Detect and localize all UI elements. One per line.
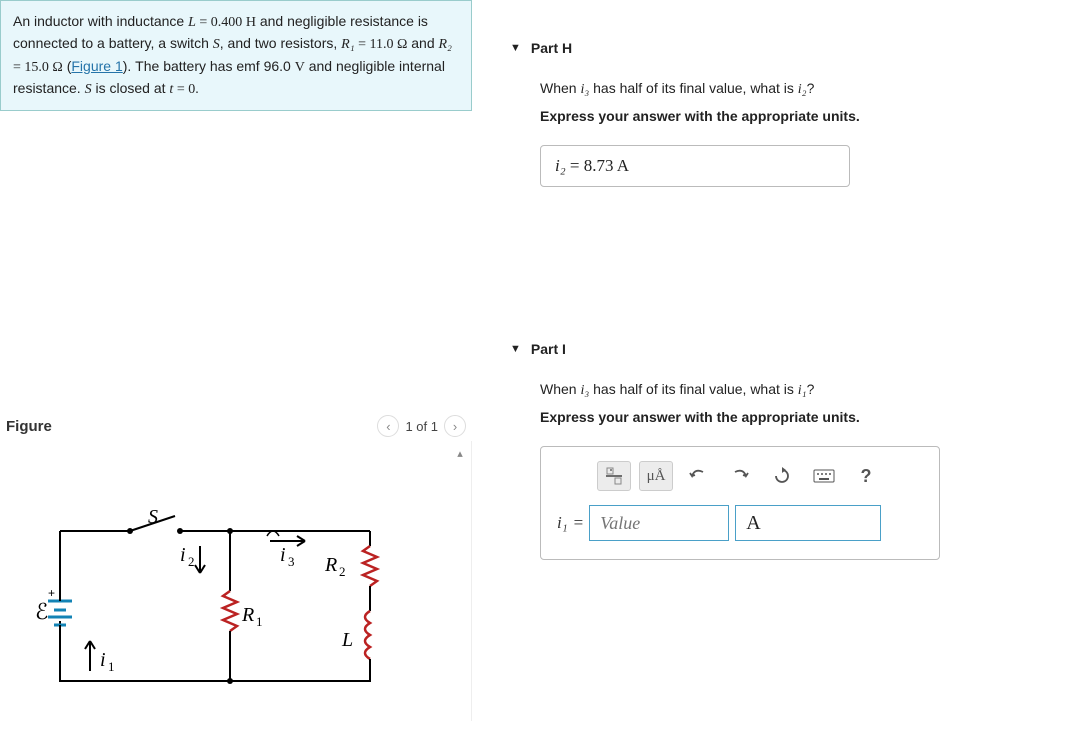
part-h-header[interactable]: ▼ Part H [510, 36, 1060, 60]
help-button[interactable]: ? [849, 461, 883, 491]
keyboard-button[interactable] [807, 461, 841, 491]
part-h-instruction: Express your answer with the appropriate… [540, 106, 1060, 127]
label-R2: R [324, 554, 337, 576]
svg-text:1: 1 [108, 659, 115, 674]
sym-R1: R₁ [341, 37, 354, 52]
part-i-question: When i₃ has half of its final value, wha… [540, 379, 1060, 401]
label-i2: i [180, 544, 186, 566]
R1-eq: = 11.0 [355, 37, 397, 52]
R2-eq: = 15.0 [13, 60, 52, 75]
svg-text:3: 3 [288, 554, 295, 569]
unit-H: H [246, 15, 256, 30]
figure-link[interactable]: Figure 1 [71, 58, 122, 74]
problem-text: An inductor with inductance [13, 13, 188, 29]
unit-ohm-2: Ω [52, 60, 62, 75]
label-i3: i [280, 544, 286, 566]
sym-R2: R₂ [439, 37, 452, 52]
answer-lhs: i₁ [557, 513, 568, 533]
figure-title: Figure [6, 418, 52, 435]
problem-text-3: , and two resistors, [220, 35, 341, 51]
L-eq: = 0.400 [196, 15, 246, 30]
redo-button[interactable] [723, 461, 757, 491]
unit-V: V [295, 60, 305, 75]
fraction-icon [604, 467, 624, 485]
sym-S-2: S [85, 82, 92, 97]
caret-down-icon: ▼ [510, 42, 521, 54]
label-emf: ℰ [35, 599, 48, 624]
svg-text:+: + [48, 586, 55, 600]
panel-collapse-icon[interactable]: ▴ [453, 447, 467, 461]
label-S: S [148, 506, 158, 528]
figure-pager: ‹ 1 of 1 › [377, 415, 466, 437]
undo-icon [689, 468, 707, 484]
and-text: and [407, 35, 438, 51]
part-h-answer: i₂ = 8.73 A [540, 145, 850, 187]
part-i-header[interactable]: ▼ Part I [510, 337, 1060, 361]
value-input[interactable] [589, 505, 729, 541]
figure-section: Figure ‹ 1 of 1 › ▴ [0, 411, 472, 721]
redo-icon [731, 468, 749, 484]
figure-prev-button[interactable]: ‹ [377, 415, 399, 437]
part-h: ▼ Part H When i₃ has half of its final v… [510, 36, 1060, 187]
circuit-diagram: S i2 i3 R2 R1 L i1 ℰ + [30, 501, 410, 701]
label-i1: i [100, 649, 106, 671]
svg-text:2: 2 [188, 554, 195, 569]
problem-text-5: is closed at [92, 80, 170, 96]
label-R1: R [241, 604, 254, 626]
label-L: L [341, 629, 353, 651]
sym-S: S [213, 37, 220, 52]
units-button[interactable]: μÅ [639, 461, 673, 491]
reset-button[interactable] [765, 461, 799, 491]
answer-toolbar: μÅ ? [597, 461, 923, 491]
caret-down-icon: ▼ [510, 343, 521, 355]
part-i-title: Part I [531, 341, 566, 357]
part-h-question: When i₃ has half of its final value, wha… [540, 78, 1060, 100]
svg-text:1: 1 [256, 614, 263, 629]
keyboard-icon [813, 469, 835, 483]
figure-next-button[interactable]: › [444, 415, 466, 437]
problem-statement: An inductor with inductance L = 0.400 H … [0, 0, 472, 111]
fig-close: ). The battery has emf 96.0 [123, 58, 295, 74]
svg-text:2: 2 [339, 564, 346, 579]
t-eq: = 0. [173, 82, 198, 97]
part-i: ▼ Part I When i₃ has half of its final v… [510, 337, 1060, 560]
unit-ohm-1: Ω [397, 37, 407, 52]
answer-input-area: μÅ ? i₁ = [540, 446, 940, 560]
sym-L: L [188, 15, 196, 30]
unit-input[interactable] [735, 505, 881, 541]
reset-icon [773, 467, 791, 485]
figure-pager-text: 1 of 1 [405, 419, 438, 434]
part-i-instruction: Express your answer with the appropriate… [540, 407, 1060, 428]
fraction-template-button[interactable] [597, 461, 631, 491]
part-h-title: Part H [531, 40, 572, 56]
answer-eq: = [574, 513, 584, 533]
undo-button[interactable] [681, 461, 715, 491]
